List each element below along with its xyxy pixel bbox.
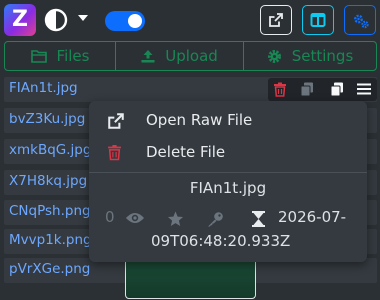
star-icon — [168, 211, 183, 226]
upload-icon — [141, 50, 155, 63]
delete-file-item[interactable]: Delete File — [89, 136, 367, 168]
file-row[interactable]: FIAn1t.jpg — [4, 77, 377, 102]
eye-icon — [126, 213, 144, 223]
open-external-button[interactable] — [260, 5, 292, 35]
upload-date-part2: 09T06:48:20.933Z — [151, 232, 291, 250]
tab-settings-label: Settings — [291, 47, 354, 65]
folder-icon — [30, 50, 47, 63]
file-actions — [268, 78, 377, 101]
layout-columns-button[interactable] — [302, 5, 334, 35]
file-name-link[interactable]: FIAn1t.jpg — [9, 80, 78, 96]
file-context-menu: Open Raw File Delete File FIAn1t.jpg 0 2… — [89, 101, 367, 262]
external-link-icon — [108, 113, 124, 129]
gear-icon — [267, 49, 281, 63]
file-name-link[interactable]: Mvvp1k.png — [9, 232, 92, 248]
external-link-icon — [269, 13, 283, 27]
file-name-link[interactable]: xmkBqG.jpg — [9, 142, 91, 158]
settings-gears-button[interactable] — [344, 5, 376, 35]
app-root: Z Files Upload Settings FIAn1t.jpg bvZ3K… — [0, 0, 380, 300]
open-raw-file-item[interactable]: Open Raw File — [89, 104, 367, 136]
copy-icon[interactable] — [330, 82, 344, 97]
tab-files-label: Files — [56, 47, 90, 65]
tab-settings[interactable]: Settings — [243, 42, 376, 70]
view-count: 0 — [105, 208, 115, 226]
top-bar: Z — [0, 0, 380, 40]
theme-contrast-icon[interactable] — [44, 8, 68, 32]
tab-upload-label: Upload — [165, 47, 218, 65]
upload-date-part1: 2026-07- — [278, 208, 347, 226]
file-name-link[interactable]: CNqPsh.png — [9, 203, 91, 219]
menu-bars-icon[interactable] — [357, 82, 371, 96]
file-stats: 0 2026-07- — [89, 206, 367, 231]
copy-faded-icon[interactable] — [300, 82, 314, 97]
caret-down-icon[interactable] — [78, 14, 88, 22]
menu-file-title: FIAn1t.jpg — [189, 179, 267, 197]
toggle-knob — [128, 14, 142, 28]
file-name-link[interactable]: X7H8kq.jpg — [9, 173, 87, 189]
trash-icon — [108, 145, 121, 161]
tab-upload[interactable]: Upload — [115, 42, 243, 70]
menu-divider — [89, 172, 367, 173]
file-name-link[interactable]: bvZ3Ku.jpg — [9, 111, 85, 127]
tab-files[interactable]: Files — [5, 42, 115, 70]
dark-mode-toggle[interactable] — [105, 11, 145, 31]
hourglass-icon — [252, 211, 265, 227]
file-name-link[interactable]: pVrXGe.png — [9, 261, 90, 277]
logo-letter: Z — [12, 7, 28, 32]
delete-file-label: Delete File — [146, 143, 226, 161]
app-logo[interactable]: Z — [4, 4, 36, 36]
trash-icon[interactable] — [273, 82, 287, 97]
gears-icon — [354, 14, 369, 29]
main-tabs: Files Upload Settings — [4, 41, 377, 71]
columns-icon — [310, 13, 326, 27]
open-raw-file-label: Open Raw File — [146, 111, 253, 129]
key-icon — [208, 212, 223, 227]
